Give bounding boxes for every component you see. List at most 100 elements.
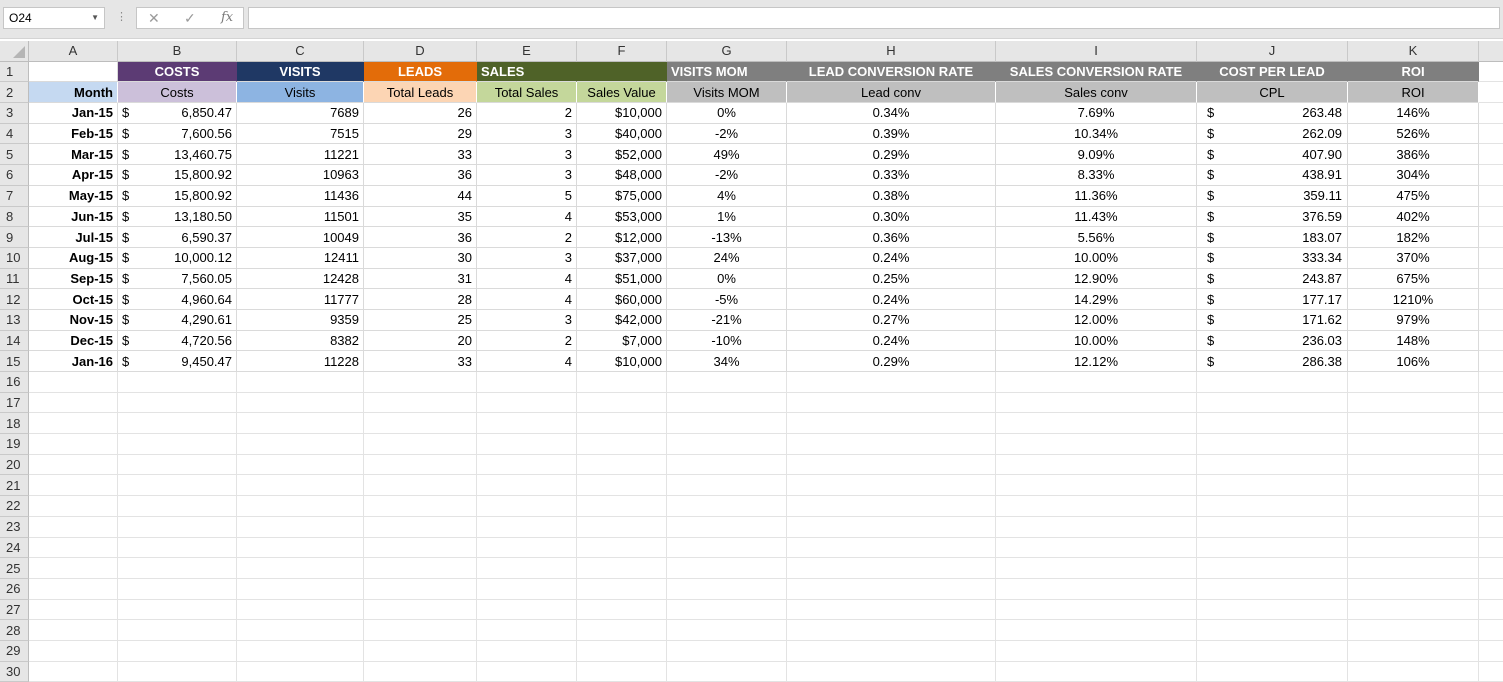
- header-cell-b1[interactable]: COSTS: [118, 61, 237, 83]
- visits-cell[interactable]: 11221: [237, 144, 364, 166]
- cancel-icon[interactable]: ✕: [148, 10, 160, 27]
- empty-cell[interactable]: [577, 392, 667, 414]
- empty-cell[interactable]: [667, 434, 787, 455]
- visits-mom-cell[interactable]: -5%: [667, 289, 787, 310]
- month-cell[interactable]: Apr-15: [29, 165, 118, 186]
- empty-cell[interactable]: [577, 413, 667, 435]
- empty-cell[interactable]: [996, 372, 1197, 393]
- empty-cell[interactable]: [237, 475, 364, 497]
- sales-value-cell[interactable]: $42,000: [577, 309, 667, 331]
- empty-cell[interactable]: [1348, 372, 1479, 393]
- empty-cell[interactable]: [364, 516, 477, 538]
- empty-cell[interactable]: [477, 578, 577, 600]
- leads-cell[interactable]: 36: [364, 165, 477, 186]
- empty-cell[interactable]: [364, 475, 477, 497]
- sales-cell[interactable]: 4: [477, 289, 577, 310]
- row-header-13[interactable]: 13: [0, 309, 29, 331]
- visits-mom-cell[interactable]: 4%: [667, 185, 787, 207]
- visits-mom-cell[interactable]: 34%: [667, 351, 787, 372]
- empty-cell[interactable]: [667, 413, 787, 435]
- empty-cell[interactable]: [1197, 434, 1348, 455]
- leads-cell[interactable]: 44: [364, 185, 477, 207]
- empty-cell[interactable]: [477, 558, 577, 579]
- empty-cell[interactable]: [787, 372, 996, 393]
- insert-function-icon[interactable]: fx: [221, 10, 233, 25]
- empty-cell[interactable]: [477, 537, 577, 559]
- empty-cell[interactable]: [29, 454, 118, 476]
- sales-conv-cell[interactable]: 10.34%: [996, 123, 1197, 145]
- row-header-11[interactable]: 11: [0, 268, 29, 290]
- cost-cell[interactable]: $6,850.47: [118, 103, 237, 124]
- leads-cell[interactable]: 28: [364, 289, 477, 310]
- sales-value-cell[interactable]: $52,000: [577, 144, 667, 166]
- cpl-cell[interactable]: $236.03: [1197, 330, 1348, 352]
- visits-mom-cell[interactable]: 24%: [667, 247, 787, 269]
- empty-cell[interactable]: [787, 599, 996, 621]
- sales-conv-cell[interactable]: 10.00%: [996, 247, 1197, 269]
- empty-cell[interactable]: [577, 516, 667, 538]
- empty-cell[interactable]: [118, 454, 237, 476]
- month-cell[interactable]: Sep-15: [29, 268, 118, 290]
- column-header-b[interactable]: B: [118, 41, 237, 62]
- empty-cell[interactable]: [364, 620, 477, 641]
- empty-cell[interactable]: [1479, 455, 1503, 476]
- empty-cell[interactable]: [29, 434, 118, 455]
- empty-cell[interactable]: [237, 516, 364, 538]
- empty-cell[interactable]: [477, 372, 577, 393]
- sales-cell[interactable]: 2: [477, 103, 577, 124]
- empty-cell[interactable]: [29, 413, 118, 435]
- column-header-f[interactable]: F: [577, 41, 667, 62]
- empty-cell[interactable]: [667, 537, 787, 559]
- visits-cell[interactable]: 12428: [237, 268, 364, 290]
- column-header-a[interactable]: A: [29, 41, 118, 62]
- empty-cell[interactable]: [787, 496, 996, 517]
- row-header-29[interactable]: 29: [0, 640, 29, 662]
- column-header-c[interactable]: C: [237, 41, 364, 62]
- empty-cell[interactable]: [577, 558, 667, 579]
- month-cell[interactable]: Feb-15: [29, 123, 118, 145]
- row-header-2[interactable]: 2: [0, 82, 29, 104]
- formula-input[interactable]: [248, 7, 1500, 29]
- empty-cell[interactable]: [996, 537, 1197, 559]
- row-header-8[interactable]: 8: [0, 206, 29, 228]
- empty-cell[interactable]: [237, 620, 364, 641]
- empty-cell[interactable]: [667, 640, 787, 662]
- visits-cell[interactable]: 11228: [237, 351, 364, 372]
- cell-l[interactable]: [1479, 165, 1503, 186]
- empty-cell[interactable]: [996, 454, 1197, 476]
- empty-cell[interactable]: [667, 578, 787, 600]
- empty-cell[interactable]: [667, 372, 787, 393]
- empty-cell[interactable]: [118, 620, 237, 641]
- empty-cell[interactable]: [237, 537, 364, 559]
- empty-cell[interactable]: [577, 640, 667, 662]
- sales-cell[interactable]: 3: [477, 247, 577, 269]
- cost-cell[interactable]: $15,800.92: [118, 185, 237, 207]
- empty-cell[interactable]: [29, 578, 118, 600]
- lead-conv-cell[interactable]: 0.25%: [787, 268, 996, 290]
- cpl-cell[interactable]: $359.11: [1197, 185, 1348, 207]
- sales-value-cell[interactable]: $51,000: [577, 268, 667, 290]
- empty-cell[interactable]: [577, 454, 667, 476]
- visits-cell[interactable]: 10049: [237, 227, 364, 248]
- column-header-j[interactable]: J: [1197, 41, 1348, 62]
- empty-cell[interactable]: [118, 372, 237, 393]
- month-cell[interactable]: Dec-15: [29, 330, 118, 352]
- sales-value-cell[interactable]: $53,000: [577, 206, 667, 228]
- empty-cell[interactable]: [237, 496, 364, 517]
- empty-cell[interactable]: [237, 372, 364, 393]
- row-header-15[interactable]: 15: [0, 351, 29, 372]
- header-cell-g1[interactable]: VISITS MOM: [667, 61, 787, 83]
- empty-cell[interactable]: [237, 413, 364, 435]
- empty-cell[interactable]: [787, 392, 996, 414]
- header-cell-h1[interactable]: LEAD CONVERSION RATE: [787, 61, 996, 83]
- empty-cell[interactable]: [118, 413, 237, 435]
- month-cell[interactable]: Nov-15: [29, 309, 118, 331]
- sales-conv-cell[interactable]: 5.56%: [996, 227, 1197, 248]
- empty-cell[interactable]: [996, 599, 1197, 621]
- visits-mom-cell[interactable]: -2%: [667, 165, 787, 186]
- column-header-d[interactable]: D: [364, 41, 477, 62]
- column-header-e[interactable]: E: [477, 41, 577, 62]
- empty-cell[interactable]: [996, 620, 1197, 641]
- sales-value-cell[interactable]: $10,000: [577, 351, 667, 372]
- empty-cell[interactable]: [118, 537, 237, 559]
